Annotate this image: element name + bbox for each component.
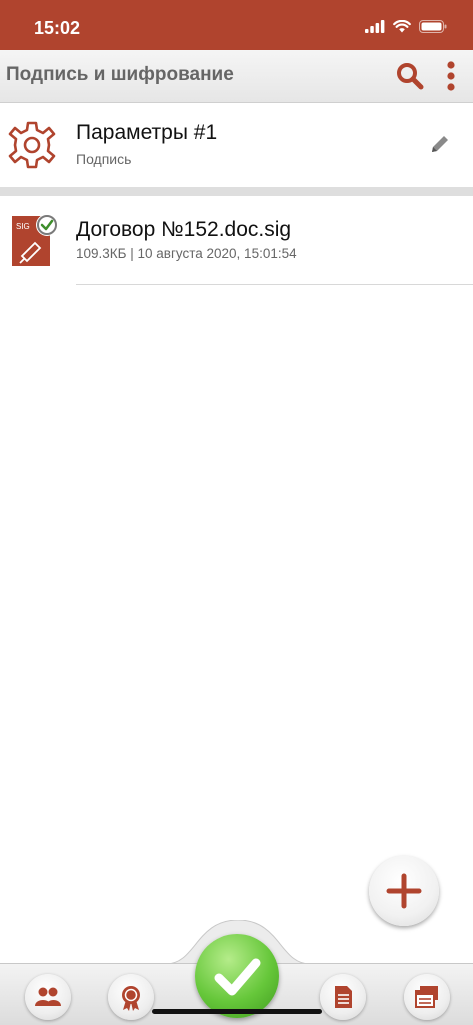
file-meta: 109.3КБ | 10 августа 2020, 15:01:54	[76, 246, 297, 261]
parameters-title: Параметры #1	[76, 121, 218, 144]
people-icon	[35, 987, 61, 1006]
confirm-button[interactable]	[195, 934, 279, 1018]
certificate-badge-icon	[122, 986, 140, 1011]
parameters-row[interactable]: Параметры #1 Подпись	[0, 103, 473, 189]
tab-certificates[interactable]	[108, 974, 154, 1020]
document-icon	[335, 986, 352, 1008]
home-indicator[interactable]	[152, 1009, 322, 1014]
status-icons	[365, 20, 447, 33]
wifi-icon	[393, 20, 411, 33]
tab-contacts[interactable]	[25, 974, 71, 1020]
status-bar: 15:02	[0, 0, 473, 50]
more-options-icon[interactable]	[444, 60, 458, 92]
stacked-windows-icon	[415, 986, 438, 1008]
tab-windows[interactable]	[404, 974, 450, 1020]
gear-icon	[8, 121, 56, 169]
checkmark-icon	[214, 958, 261, 996]
status-time: 15:02	[34, 18, 81, 38]
signed-file-icon: SIG	[12, 212, 58, 266]
file-item[interactable]: SIG Договор №152.doc.sig 109.3КБ | 10 ав…	[0, 198, 473, 286]
parameters-subtitle: Подпись	[76, 151, 132, 167]
section-divider	[0, 187, 473, 196]
add-button[interactable]	[369, 856, 439, 926]
search-icon[interactable]	[395, 61, 425, 91]
battery-icon	[419, 20, 447, 33]
sig-badge-text: SIG	[16, 222, 30, 231]
app-header: Подпись и шифрование	[0, 50, 473, 103]
row-divider	[76, 284, 473, 285]
tab-documents[interactable]	[320, 974, 366, 1020]
pencil-icon[interactable]	[428, 132, 452, 156]
page-title: Подпись и шифрование	[6, 64, 234, 85]
plus-icon	[386, 873, 422, 909]
signal-icon	[365, 20, 385, 33]
file-name: Договор №152.doc.sig	[76, 218, 292, 241]
